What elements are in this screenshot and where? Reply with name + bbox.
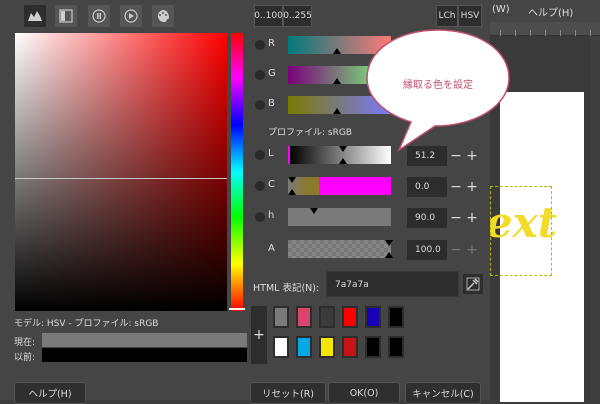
h-increment-button[interactable]: + xyxy=(464,208,480,228)
history-swatch[interactable] xyxy=(319,306,335,328)
palette-selector-tab[interactable] xyxy=(152,5,174,27)
hsv-model-button[interactable]: HSV xyxy=(458,5,482,27)
menu-item-help[interactable]: ヘルプ(H) xyxy=(528,4,573,19)
a-value-field[interactable]: 100.0 xyxy=(407,240,447,260)
cmyk-selector-tab[interactable] xyxy=(55,5,77,27)
c-value-field[interactable]: 0.0 xyxy=(407,177,447,197)
history-swatch[interactable] xyxy=(365,336,381,358)
wheel-selector-tab[interactable] xyxy=(120,5,142,27)
watercolor-selector-tab[interactable] xyxy=(88,5,110,27)
a-channel-label: A xyxy=(268,243,275,254)
h-value-field[interactable]: 90.0 xyxy=(407,208,447,228)
history-swatch[interactable] xyxy=(296,306,312,328)
history-swatch[interactable] xyxy=(388,336,404,358)
selection-marquee xyxy=(490,186,552,276)
c-decrement-button[interactable]: − xyxy=(448,177,464,197)
b-channel-label: B xyxy=(268,98,275,109)
c-channel-toggle[interactable] xyxy=(255,181,265,191)
lch-model-button[interactable]: LCh xyxy=(436,5,458,27)
cmyk-icon xyxy=(59,9,73,23)
c-increment-button[interactable]: + xyxy=(464,177,480,197)
vertical-scrollbar[interactable] xyxy=(590,36,600,400)
r-channel-label: R xyxy=(268,38,275,49)
g-channel-label: G xyxy=(268,68,276,79)
saturation-value-square[interactable] xyxy=(15,33,227,311)
a-increment-button[interactable]: + xyxy=(464,240,480,260)
h-channel-label: h xyxy=(268,210,275,221)
history-swatch[interactable] xyxy=(273,336,289,358)
cancel-button[interactable]: キャンセル(C) xyxy=(405,382,481,404)
g-channel-toggle[interactable] xyxy=(255,70,265,80)
current-color-swatch xyxy=(42,333,247,347)
history-swatch[interactable] xyxy=(342,306,358,328)
callout-bubble: 縁取る色を設定 xyxy=(363,28,513,156)
current-label: 現在: xyxy=(14,338,36,348)
h-channel-slider[interactable] xyxy=(288,208,391,226)
value-crosshair-line xyxy=(15,178,227,179)
history-swatch[interactable] xyxy=(296,336,312,358)
history-swatch[interactable] xyxy=(365,306,381,328)
help-button[interactable]: ヘルプ(H) xyxy=(14,382,86,404)
html-notation-input[interactable]: 7a7a7a xyxy=(326,271,459,297)
gimp-icon xyxy=(28,11,42,21)
reset-button[interactable]: リセット(R) xyxy=(250,382,326,404)
previous-color-swatch[interactable] xyxy=(42,348,247,362)
rgb-profile-label: プロファイル: sRGB xyxy=(268,128,352,138)
h-channel-toggle[interactable] xyxy=(255,212,265,222)
eyedropper-icon xyxy=(466,277,480,291)
menu-item-window[interactable]: (W) xyxy=(492,4,510,15)
model-info: モデル: HSV - プロファイル: sRGB xyxy=(14,319,159,329)
scale-0-100-button[interactable]: 0..100 xyxy=(254,5,283,27)
b-channel-toggle[interactable] xyxy=(255,100,265,110)
previous-label: 以前: xyxy=(14,353,36,363)
history-swatch[interactable] xyxy=(273,306,289,328)
c-channel-slider[interactable] xyxy=(288,177,391,195)
wheel-icon xyxy=(124,9,138,23)
history-swatch[interactable] xyxy=(388,306,404,328)
history-swatch[interactable] xyxy=(319,336,335,358)
hue-marker[interactable] xyxy=(229,308,245,310)
a-decrement-button[interactable]: − xyxy=(448,240,464,260)
history-swatch[interactable] xyxy=(342,336,358,358)
add-to-history-button[interactable]: + xyxy=(251,306,267,364)
html-notation-label: HTML 表記(N): xyxy=(253,283,320,294)
scale-0-255-button[interactable]: 0..255 xyxy=(283,5,312,27)
r-channel-toggle[interactable] xyxy=(255,40,265,50)
callout-text: 縁取る色を設定 xyxy=(403,80,473,91)
hue-strip[interactable] xyxy=(231,33,243,311)
l-channel-toggle[interactable] xyxy=(255,150,265,160)
color-picker-button[interactable] xyxy=(463,274,483,294)
l-channel-label: L xyxy=(268,148,274,159)
gimp-selector-tab[interactable] xyxy=(24,5,46,27)
c-channel-label: C xyxy=(268,179,275,190)
menubar: (W) ヘルプ(H) xyxy=(490,0,600,22)
a-channel-slider[interactable] xyxy=(288,240,393,258)
watercolor-icon xyxy=(92,9,106,23)
palette-icon xyxy=(157,10,169,23)
h-decrement-button[interactable]: − xyxy=(448,208,464,228)
ok-button[interactable]: OK(O) xyxy=(328,382,400,404)
